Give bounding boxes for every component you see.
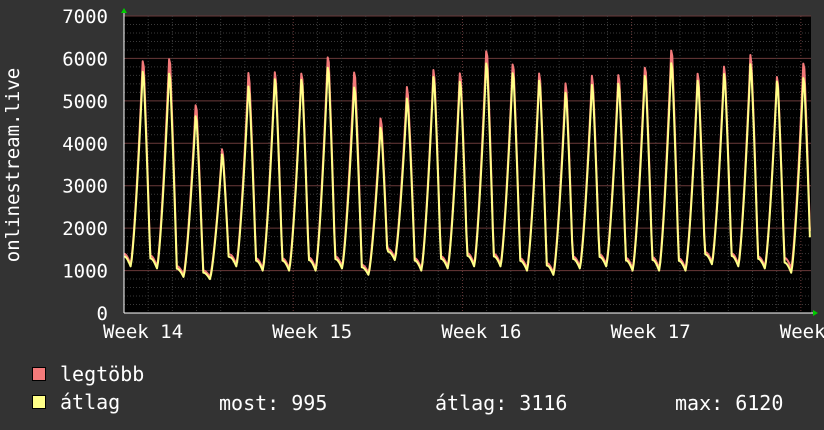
- x-tick-label: Week 18: [780, 321, 824, 343]
- y-tick-label: 1000: [62, 261, 108, 283]
- x-axis-arrow: [813, 310, 818, 316]
- x-tick-label: Week 17: [611, 321, 691, 343]
- chart: 01000200030004000500060007000 Week 14 Wee…: [2, 6, 824, 343]
- y-tick-labels: 01000200030004000500060007000: [62, 6, 108, 325]
- y-tick-label: 6000: [62, 48, 108, 70]
- y-tick-label: 2000: [62, 218, 108, 240]
- x-tick-label: Week 14: [103, 321, 183, 343]
- y-tick-label: 5000: [62, 91, 108, 113]
- y-axis-label: onlinestream.live: [2, 68, 24, 262]
- x-tick-label: Week 16: [441, 321, 521, 343]
- x-tick-label: Week 15: [272, 321, 352, 343]
- y-tick-label: 4000: [62, 133, 108, 155]
- y-tick-label: 3000: [62, 176, 108, 198]
- y-tick-label: 7000: [62, 6, 108, 28]
- plot-area: [124, 16, 811, 313]
- x-tick-labels: Week 14 Week 15 Week 16 Week 17 Week 18: [103, 321, 824, 343]
- y-axis-arrow: [121, 8, 127, 13]
